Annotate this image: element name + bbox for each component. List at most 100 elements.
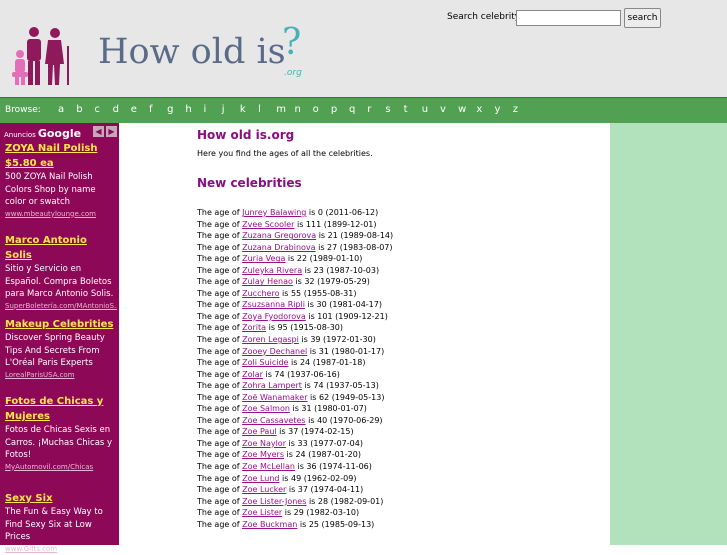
age-prefix: The age of: [197, 323, 240, 333]
celebrity-age: 24: [295, 450, 306, 460]
celebrity-birthdate: 1974-02-15: [303, 427, 351, 437]
ads-prev-button[interactable]: ◀: [93, 126, 104, 137]
letter-link-l[interactable]: l: [258, 104, 276, 115]
celebrity-link[interactable]: Zucchero: [242, 289, 279, 298]
ad-url-link[interactable]: MyAutomovil.com/Chicas: [5, 462, 117, 473]
letter-link-a[interactable]: a: [58, 104, 76, 115]
celebrity-link[interactable]: Zoe McLellan: [242, 462, 295, 471]
is-text: is: [276, 427, 289, 437]
search-input[interactable]: [516, 10, 621, 26]
site-logo[interactable]: How old is ? .org: [12, 22, 312, 94]
celebrity-link[interactable]: Zorita: [242, 323, 266, 332]
letter-link-x[interactable]: x: [476, 104, 494, 115]
age-prefix: The age of: [197, 219, 240, 229]
celebrity-link[interactable]: Zoe Paul: [242, 427, 277, 436]
celebrity-link[interactable]: Zoya Fyodorova: [242, 312, 306, 321]
search-button[interactable]: search: [624, 8, 661, 28]
celebrity-link[interactable]: Zuleyka Rivera: [242, 266, 302, 275]
birth-close: ): [339, 323, 344, 333]
celebrity-link[interactable]: Zoe Lund: [242, 474, 279, 483]
celebrity-link[interactable]: Zuzana Drabinova: [242, 243, 315, 252]
celebrity-age: 23: [313, 265, 324, 275]
letter-link-h[interactable]: h: [185, 104, 203, 115]
letter-link-b[interactable]: b: [76, 104, 94, 115]
letter-link-v[interactable]: v: [440, 104, 458, 115]
letter-link-f[interactable]: f: [149, 104, 167, 115]
birth-close: ): [359, 438, 363, 448]
letter-link-e[interactable]: e: [131, 104, 149, 115]
celebrity-link[interactable]: Zoe Cassavetes: [242, 416, 305, 425]
celebrity-link[interactable]: Zoe Salmon: [242, 404, 290, 413]
is-text: is: [286, 485, 298, 495]
letter-link-q[interactable]: q: [349, 104, 367, 115]
age-prefix: The age of: [197, 277, 240, 287]
celebrity-list: The age of Junrey Balawing is 0 (2011-06…: [197, 207, 393, 530]
letter-link-p[interactable]: p: [331, 104, 349, 115]
celebrity-link[interactable]: Zulay Henao: [242, 277, 293, 286]
celebrity-link[interactable]: Zoren Legaspi: [242, 335, 299, 344]
celebrity-birthdate: 1937-05-13: [329, 381, 376, 391]
celebrity-link[interactable]: Zoe Lister-Jones: [242, 497, 306, 506]
letter-link-m[interactable]: m: [276, 104, 294, 115]
celebrity-age: 25: [308, 519, 319, 529]
celebrity-age: 62: [318, 392, 330, 402]
celebrity-link[interactable]: Zolar: [242, 370, 263, 379]
celebrity-link[interactable]: Zoli Suicide: [242, 358, 288, 367]
ad-url-link[interactable]: www.mbeautylounge.com: [5, 209, 117, 220]
is-text: is: [279, 288, 291, 298]
is-text: is: [305, 311, 318, 321]
letter-link-g[interactable]: g: [167, 104, 185, 115]
ad-description: The Fun & Easy Way to Find Sexy Six at L…: [5, 507, 103, 542]
letter-link-c[interactable]: c: [94, 104, 112, 115]
celebrity-link[interactable]: Zuzana Gregorova: [242, 231, 316, 240]
ad-title-link[interactable]: Fotos de Chicas y Mujeres: [5, 394, 117, 424]
birth-close: ): [375, 208, 379, 217]
letter-link-t[interactable]: t: [404, 104, 422, 115]
celebrity-link[interactable]: Zsuzsanna Ripli: [242, 300, 305, 309]
celebrity-link[interactable]: Zoe Lister: [242, 508, 282, 517]
is-text: is: [315, 242, 328, 252]
celebrity-link[interactable]: Zvee Scooler: [242, 220, 294, 229]
celebrity-age: 95: [277, 323, 288, 333]
ad-url-link[interactable]: SuperBoletería.com/MAntonioS...: [5, 301, 117, 312]
ad-url-link[interactable]: www.Gifts.com: [5, 544, 117, 555]
letter-link-j[interactable]: j: [222, 104, 240, 115]
celebrity-link[interactable]: Zoe Lucker: [242, 485, 286, 494]
ad-title-link[interactable]: Makeup Celebrities: [5, 317, 117, 332]
letter-link-o[interactable]: o: [313, 104, 331, 115]
letter-link-y[interactable]: y: [495, 104, 513, 115]
letter-link-i[interactable]: i: [204, 104, 222, 115]
list-item: The age of Zoya Fyodorova is 101 (1909-1…: [197, 311, 393, 323]
ad-title-link[interactable]: Sexy Six: [5, 491, 117, 506]
celebrity-link[interactable]: Junrey Balawing: [242, 208, 306, 217]
celebrity-link[interactable]: Zohra Lampert: [242, 381, 302, 390]
letter-link-z[interactable]: z: [513, 104, 531, 115]
ad-url-link[interactable]: LorealParisUSA.com: [5, 370, 117, 381]
letter-link-n[interactable]: n: [294, 104, 312, 115]
celebrity-link[interactable]: Zoë Wanamaker: [242, 393, 307, 402]
celebrity-link[interactable]: Zoe Naylor: [242, 439, 286, 448]
celebrity-link[interactable]: Zuria Vega: [242, 254, 285, 263]
letter-link-s[interactable]: s: [385, 104, 403, 115]
letter-link-w[interactable]: w: [458, 104, 476, 115]
celebrity-link[interactable]: Zoe Buckman: [242, 520, 297, 529]
celebrity-link[interactable]: Zoe Myers: [242, 450, 284, 459]
ad-title-link[interactable]: ZOYA Nail Polish $5.80 ea: [5, 141, 117, 171]
letter-link-u[interactable]: u: [422, 104, 440, 115]
letter-link-r[interactable]: r: [367, 104, 385, 115]
letter-link-k[interactable]: k: [240, 104, 258, 115]
is-text: is: [279, 473, 291, 483]
age-prefix: The age of: [197, 369, 240, 379]
letter-link-d[interactable]: d: [113, 104, 131, 115]
celebrity-age: 33: [297, 438, 308, 448]
ads-next-button[interactable]: ▶: [106, 126, 117, 137]
list-item: The age of Zorita is 95 (1915-08-30): [197, 322, 393, 334]
birth-close: ): [350, 427, 354, 437]
ad-title-link[interactable]: Marco Antonio Solis: [5, 233, 117, 263]
list-item: The age of Zooey Dechanel is 31 (1980-01…: [197, 346, 393, 358]
logo-question-mark: ?: [282, 22, 302, 63]
celebrity-link[interactable]: Zooey Dechanel: [242, 347, 307, 356]
age-prefix: The age of: [197, 496, 240, 506]
birth-close: ): [379, 415, 383, 425]
right-column: [610, 123, 727, 545]
